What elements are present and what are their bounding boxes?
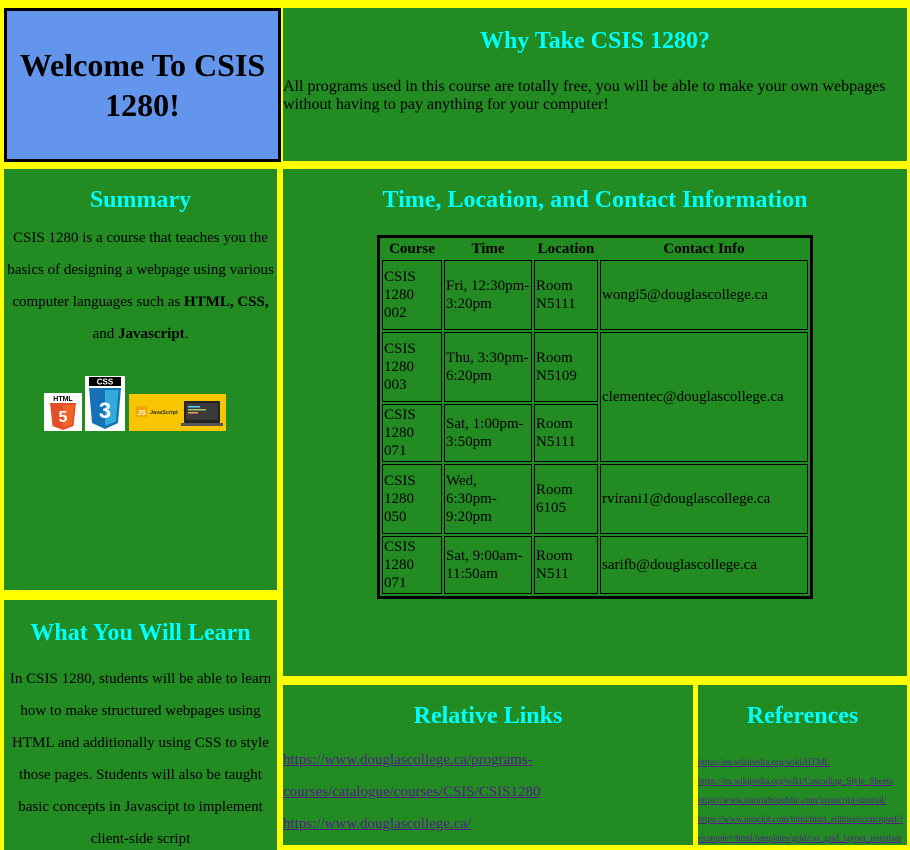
time-cell: Fri, 12:30pm-3:20pm <box>444 260 532 330</box>
language-logos: HTML 5 CSS 3 JS JavaScript <box>4 376 277 436</box>
summary-js-term: Javascript <box>118 326 185 342</box>
why-section: Why Take CSIS 1280? All programs used in… <box>283 8 907 161</box>
page-title: Welcome To CSIS 1280! <box>19 47 266 123</box>
learn-text: In CSIS 1280, students will be able to l… <box>9 671 272 847</box>
css3-logo-number: 3 <box>99 398 111 423</box>
time-cell: Sat, 1:00pm-3:50pm <box>444 404 532 462</box>
svg-text:JS: JS <box>137 410 146 417</box>
references-list: https://en.wikipedia.org/wiki/HTML https… <box>698 753 907 845</box>
course-cell: CSIS 1280 050 <box>382 464 442 534</box>
summary-heading: Summary <box>89 187 192 213</box>
table-row: CSIS 1280 002 Fri, 12:30pm-3:20pm Room N… <box>382 260 808 330</box>
learn-heading: What You Will Learn <box>30 620 251 646</box>
header-time: Time <box>471 240 505 257</box>
javascript-logo: JS JavaScript <box>129 394 226 431</box>
html5-logo-label: HTML <box>53 396 73 403</box>
links-list: https://www.douglascollege.ca/programs- … <box>283 744 693 840</box>
html5-logo-number: 5 <box>59 409 68 426</box>
summary-text-intro: CSIS 1280 is a course that teaches you t… <box>7 230 274 310</box>
summary-and: and <box>92 326 118 342</box>
info-heading: Time, Location, and Contact Information <box>382 187 808 213</box>
course-catalogue-link-continued[interactable]: courses/catalogue/courses/CSIS/CSIS1280 <box>283 776 693 808</box>
summary-section: Summary CSIS 1280 is a course that teach… <box>4 169 277 590</box>
contact-cell: sarifb@douglascollege.ca <box>600 536 808 594</box>
contact-cell: rvirani1@douglascollege.ca <box>600 464 808 534</box>
table-row: CSIS 1280 050 Wed, 6:30pm-9:20pm Room 61… <box>382 464 808 534</box>
table-row: CSIS 1280 003 Thu, 3:30pm-6:20pm Room N5… <box>382 332 808 462</box>
reference-link-html[interactable]: https://en.wikipedia.org/wiki/HTML <box>698 753 907 772</box>
location-cell: Room 6105 <box>534 464 598 534</box>
location-cell: Room N5111 <box>534 404 598 462</box>
course-cell: CSIS 1280 071 <box>382 536 442 594</box>
douglas-college-link[interactable]: https://www.douglascollege.ca/ <box>283 808 693 840</box>
reference-link-css[interactable]: https://en.wikipedia.org/wiki/Cascading_… <box>698 772 907 791</box>
contact-info-section: Time, Location, and Contact Information … <box>283 169 907 676</box>
contact-cell: wongi5@douglascollege.ca <box>600 260 808 330</box>
location-cell: Room N511 <box>534 536 598 594</box>
summary-text: CSIS 1280 is a course that teaches you t… <box>4 222 277 350</box>
welcome-box: Welcome To CSIS 1280! <box>4 8 281 162</box>
summary-css-term: CSS, <box>237 294 269 310</box>
location-cell: Room N5111 <box>534 260 598 330</box>
header-contact: Contact Info <box>663 240 745 257</box>
reference-link-quackit[interactable]: https://www.quackit.com/html/html_editor… <box>698 810 907 829</box>
references-heading: References <box>746 703 859 729</box>
why-heading: Why Take CSIS 1280? <box>479 28 711 54</box>
time-cell: Sat, 9:00am-11:50am <box>444 536 532 594</box>
css3-logo-label: CSS <box>97 378 114 387</box>
table-row: CSIS 1280 071 Sat, 9:00am-11:50am Room N… <box>382 536 808 594</box>
html5-logo: HTML 5 <box>44 393 82 431</box>
course-cell: CSIS 1280 002 <box>382 260 442 330</box>
table-header-row: Course Time Location Contact Info <box>382 240 808 258</box>
time-cell: Thu, 3:30pm-6:20pm <box>444 332 532 402</box>
course-cell: CSIS 1280 003 <box>382 332 442 402</box>
why-text: All programs used in this course are tot… <box>283 78 886 113</box>
location-cell: Room N5109 <box>534 332 598 402</box>
css3-logo: CSS 3 <box>85 376 125 431</box>
javascript-logo-label: JavaScript <box>150 410 178 416</box>
summary-html-term: HTML, <box>184 294 234 310</box>
contact-cell: clementec@douglascollege.ca <box>600 332 808 462</box>
summary-end: . <box>184 326 189 342</box>
course-cell: CSIS 1280 071 <box>382 404 442 462</box>
schedule-table: Course Time Location Contact Info CSIS 1… <box>377 235 813 599</box>
references-section: References https://en.wikipedia.org/wiki… <box>698 685 907 845</box>
header-course: Course <box>389 240 435 257</box>
learn-section: What You Will Learn In CSIS 1280, studen… <box>4 600 277 850</box>
time-cell: Wed, 6:30pm-9:20pm <box>444 464 532 534</box>
header-location: Location <box>537 240 595 257</box>
relative-links-section: Relative Links https://www.douglascolleg… <box>283 685 693 845</box>
reference-link-javascript[interactable]: https://www.tutorialrepublic.com/javascr… <box>698 791 907 810</box>
links-heading: Relative Links <box>413 703 563 729</box>
course-catalogue-link[interactable]: https://www.douglascollege.ca/programs- <box>283 744 693 776</box>
